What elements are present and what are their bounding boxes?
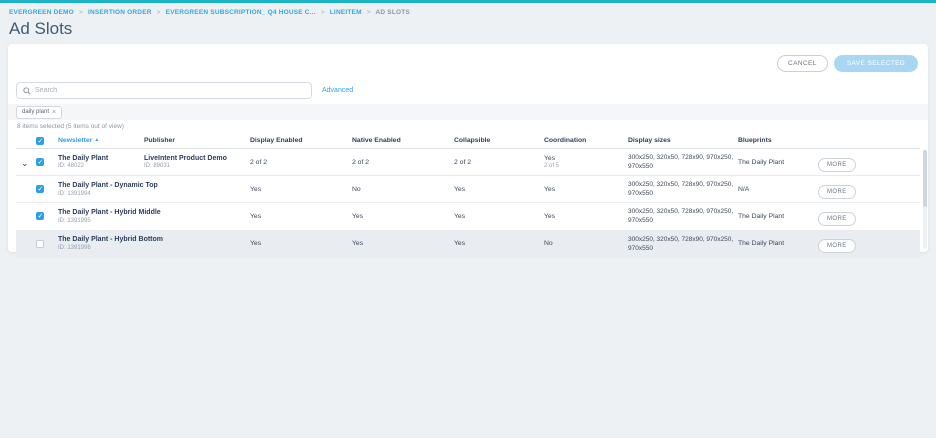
- display-enabled-value: 2 of 2: [250, 155, 352, 170]
- card-actions: CANCEL SAVE SELECTED: [777, 55, 918, 72]
- more-button[interactable]: MORE: [818, 185, 856, 199]
- display-sizes-value: 300x250, 320x50, 728x90, 970x250, 970x55…: [628, 231, 738, 257]
- filter-chip-daily-plant[interactable]: daily plant ×: [16, 106, 62, 119]
- table-row[interactable]: ✓ The Daily Plant - Hybrid Bottom ID: 139…: [16, 231, 920, 258]
- filter-chip-strip: daily plant ×: [8, 104, 928, 120]
- breadcrumb-current-ad-slots: AD SLOTS: [375, 9, 409, 16]
- column-header-native-enabled[interactable]: Native Enabled: [352, 137, 454, 144]
- collapsible-value: Yes: [454, 236, 544, 251]
- display-enabled-value: Yes: [250, 209, 352, 224]
- publisher-id: ID: 89031: [144, 163, 248, 169]
- display-enabled-value: Yes: [250, 236, 352, 251]
- breadcrumb-link-evergreen-demo[interactable]: EVERGREEN DEMO: [9, 9, 74, 16]
- select-all-checkbox[interactable]: ✓: [36, 137, 44, 145]
- breadcrumb-separator: >: [367, 9, 371, 16]
- page-title: Ad Slots: [9, 19, 936, 39]
- display-sizes-value: 300x250, 320x50, 728x90, 970x250, 970x55…: [628, 203, 738, 229]
- search-input[interactable]: [35, 87, 305, 94]
- column-header-publisher[interactable]: Publisher: [144, 137, 250, 144]
- column-header-display-sizes[interactable]: Display sizes: [628, 137, 738, 144]
- newsletter-name: The Daily Plant: [58, 155, 142, 162]
- blueprints-value: The Daily Plant: [738, 209, 818, 224]
- check-icon: ✓: [38, 158, 44, 167]
- row-checkbox[interactable]: ✓: [36, 185, 44, 193]
- more-button[interactable]: MORE: [818, 158, 856, 172]
- blueprints-value: The Daily Plant: [738, 155, 818, 170]
- sort-asc-icon: ▲: [94, 137, 99, 143]
- ad-slots-table: ✓ Newsletter▲ Publisher Display Enabled …: [16, 133, 920, 258]
- breadcrumb: EVERGREEN DEMO > INSERTION ORDER > EVERG…: [0, 3, 936, 16]
- newsletter-name: The Daily Plant - Hybrid Bottom: [58, 236, 142, 243]
- check-icon: ✓: [38, 185, 44, 194]
- column-header-blueprints[interactable]: Blueprints: [738, 137, 818, 144]
- table-row[interactable]: ✓ The Daily Plant - Dynamic Top ID: 13919…: [16, 176, 920, 203]
- breadcrumb-separator: >: [79, 9, 83, 16]
- column-header-display-enabled[interactable]: Display Enabled: [250, 137, 352, 144]
- column-header-coordination[interactable]: Coordination: [544, 137, 628, 144]
- selection-summary: 8 items selected (5 items out of view): [17, 123, 124, 130]
- coordination-sub-value: 2 of 5: [544, 163, 626, 169]
- breadcrumb-link-insertion-order[interactable]: INSERTION ORDER: [88, 9, 152, 16]
- newsletter-id: ID: 1391996: [58, 245, 142, 251]
- collapsible-value: 2 of 2: [454, 155, 544, 170]
- search-box: [16, 82, 312, 99]
- more-button[interactable]: MORE: [818, 239, 856, 253]
- table-header-row: ✓ Newsletter▲ Publisher Display Enabled …: [16, 133, 920, 149]
- vertical-scrollbar-thumb[interactable]: [923, 150, 927, 207]
- row-checkbox[interactable]: ✓: [36, 212, 44, 220]
- display-sizes-value: 300x250, 320x50, 728x90, 970x250, 970x55…: [628, 149, 738, 175]
- coordination-value: Yes: [544, 182, 628, 197]
- display-enabled-value: Yes: [250, 182, 352, 197]
- vertical-scrollbar-track: [923, 150, 927, 249]
- blueprints-value: N/A: [738, 182, 818, 197]
- native-enabled-value: No: [352, 182, 454, 197]
- more-button[interactable]: MORE: [818, 212, 856, 226]
- column-header-newsletter[interactable]: Newsletter▲: [58, 137, 144, 144]
- publisher-name: LiveIntent Product Demo: [144, 155, 248, 162]
- chip-remove-icon[interactable]: ×: [52, 109, 56, 116]
- newsletter-id: ID: 1391995: [58, 218, 142, 224]
- breadcrumb-link-subscription[interactable]: EVERGREEN SUBSCRIPTION_ Q4 HOUSE C...: [166, 9, 316, 16]
- native-enabled-value: Yes: [352, 209, 454, 224]
- search-icon: [23, 87, 31, 95]
- table-row[interactable]: ✓ The Daily Plant - Hybrid Middle ID: 139…: [16, 203, 920, 230]
- display-sizes-value: 300x250, 320x50, 728x90, 970x250, 970x55…: [628, 176, 738, 202]
- row-checkbox[interactable]: ✓: [36, 240, 44, 248]
- coordination-value: Yes: [544, 209, 628, 224]
- check-icon: ✓: [38, 137, 44, 146]
- collapsible-value: Yes: [454, 182, 544, 197]
- coordination-value: No: [544, 236, 628, 251]
- breadcrumb-separator: >: [157, 9, 161, 16]
- native-enabled-value: 2 of 2: [352, 155, 454, 170]
- breadcrumb-link-lineitem[interactable]: LINEITEM: [330, 9, 362, 16]
- column-header-collapsible[interactable]: Collapsible: [454, 137, 544, 144]
- advanced-search-link[interactable]: Advanced: [322, 87, 353, 94]
- newsletter-name: The Daily Plant - Dynamic Top: [58, 182, 142, 189]
- breadcrumb-separator: >: [321, 9, 325, 16]
- native-enabled-value: Yes: [352, 236, 454, 251]
- newsletter-id: ID: 48022: [58, 163, 142, 169]
- filter-chip-label: daily plant: [22, 109, 49, 115]
- newsletter-id: ID: 1391994: [58, 191, 142, 197]
- search-row: Advanced: [16, 82, 353, 99]
- collapsible-value: Yes: [454, 209, 544, 224]
- table-row[interactable]: ⌄ ✓ The Daily PlantID: 48022 LiveIntent …: [16, 149, 920, 176]
- row-checkbox[interactable]: ✓: [36, 158, 44, 166]
- newsletter-name: The Daily Plant - Hybrid Middle: [58, 209, 142, 216]
- check-icon: ✓: [38, 212, 44, 221]
- ad-slots-card: CANCEL SAVE SELECTED Advanced daily plan…: [8, 44, 928, 252]
- coordination-value: Yes2 of 5: [544, 151, 628, 173]
- chevron-down-icon[interactable]: ⌄: [21, 158, 29, 168]
- blueprints-value: The Daily Plant: [738, 236, 818, 251]
- save-selected-button[interactable]: SAVE SELECTED: [834, 55, 918, 72]
- cancel-button[interactable]: CANCEL: [777, 55, 828, 72]
